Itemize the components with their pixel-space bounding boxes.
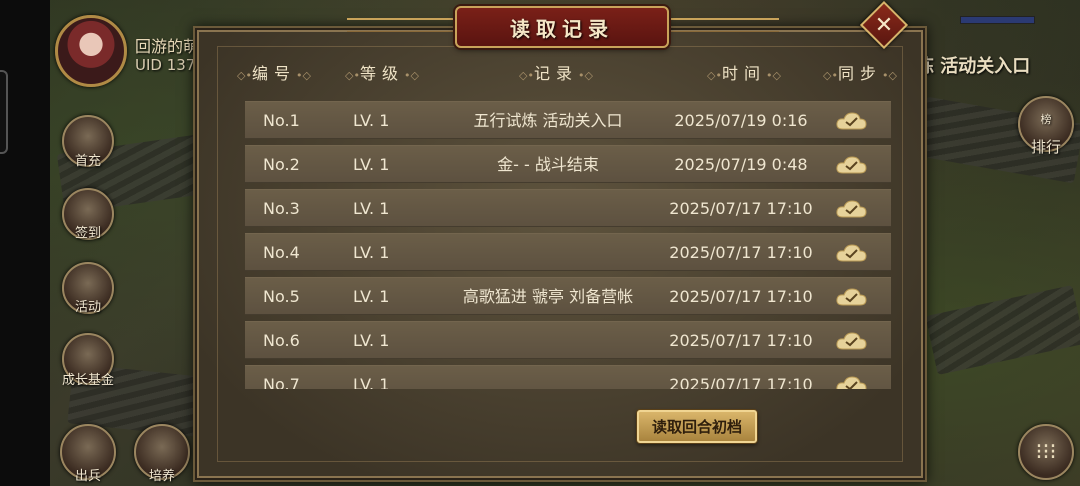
record-time: 2025/07/17 17:10 <box>669 243 813 262</box>
background-stage-text: 炼 活动关入口 <box>916 56 1031 77</box>
cloud-check-icon[interactable] <box>835 287 871 307</box>
record-description <box>435 190 661 228</box>
record-level: LV. 1 <box>353 331 390 350</box>
device-notch <box>0 70 8 154</box>
load-round-start-button[interactable]: 读取回合初档 <box>637 410 757 443</box>
record-time: 2025/07/17 17:10 <box>669 287 813 306</box>
record-description: 金- - 战斗结束 <box>497 155 599 174</box>
cloud-check-icon[interactable] <box>835 243 871 263</box>
close-icon: ✕ <box>874 12 894 38</box>
header-sync: ◇•同步•◇ <box>823 64 897 83</box>
side-button-label: 活动 <box>74 300 101 315</box>
record-row[interactable]: No.7 LV. 1 2025/07/17 17:10 <box>245 365 891 389</box>
record-row[interactable]: No.3 LV. 1 2025/07/17 17:10 <box>245 189 891 227</box>
record-level: LV. 1 <box>353 287 390 306</box>
record-list[interactable]: No.1 LV. 1 五行试炼 活动关入口 2025/07/19 0:16 No… <box>245 101 891 389</box>
header-number: ◇•编号•◇ <box>237 64 311 83</box>
record-level: LV. 1 <box>353 155 390 174</box>
cloud-check-icon[interactable] <box>835 155 871 175</box>
record-level: LV. 1 <box>353 199 390 218</box>
record-time: 2025/07/19 0:48 <box>674 155 808 174</box>
record-number: No.5 <box>263 287 300 306</box>
record-row[interactable]: No.4 LV. 1 2025/07/17 17:10 <box>245 233 891 271</box>
record-number: No.6 <box>263 331 300 350</box>
ranking-label: 排行 <box>1030 138 1061 156</box>
side-button-label: 签到 <box>74 226 101 241</box>
table-header: ◇•编号•◇ ◇•等级•◇ ◇•记录•◇ ◇•时间•◇ ◇•同步•◇ <box>199 60 925 84</box>
record-row[interactable]: No.5 LV. 1 高歌猛进 虢亭 刘备营帐 2025/07/17 17:10 <box>245 277 891 315</box>
record-time: 2025/07/17 17:10 <box>669 331 813 350</box>
record-description <box>435 322 661 360</box>
record-number: No.7 <box>263 375 300 389</box>
cloud-check-icon[interactable] <box>835 331 871 351</box>
ranking-badge: 榜 <box>1040 113 1052 126</box>
record-level: LV. 1 <box>353 243 390 262</box>
record-row[interactable]: No.2 LV. 1 金- - 战斗结束 2025/07/19 0:48 <box>245 145 891 183</box>
cloud-check-icon[interactable] <box>835 111 871 131</box>
record-level: LV. 1 <box>353 375 390 389</box>
record-description <box>435 234 661 272</box>
header-record: ◇•记录•◇ <box>519 64 593 83</box>
dialog-title-banner: 读取记录 <box>455 6 669 48</box>
record-number: No.4 <box>263 243 300 262</box>
menu-icon[interactable]: ⁝⁝⁝ <box>1018 424 1074 480</box>
record-level: LV. 1 <box>353 111 390 130</box>
record-time: 2025/07/17 17:10 <box>669 199 813 218</box>
player-avatar[interactable] <box>55 15 127 87</box>
cloud-check-icon[interactable] <box>835 375 871 389</box>
record-description: 五行试炼 活动关入口 <box>473 111 623 130</box>
title-ornament <box>347 18 457 32</box>
player-name: 回游的萌 <box>135 37 200 56</box>
bottom-button-label: 培养 <box>148 469 175 484</box>
record-description: 高歌猛进 虢亭 刘备营帐 <box>462 287 634 306</box>
title-ornament <box>669 18 779 32</box>
record-description <box>435 366 661 389</box>
dialog-title: 读取记录 <box>510 16 614 41</box>
record-row[interactable]: No.1 LV. 1 五行试炼 活动关入口 2025/07/19 0:16 <box>245 101 891 139</box>
resource-bar <box>960 16 1035 24</box>
record-time: 2025/07/17 17:10 <box>669 375 813 389</box>
header-time: ◇•时间•◇ <box>707 64 781 83</box>
record-number: No.3 <box>263 199 300 218</box>
record-time: 2025/07/19 0:16 <box>674 111 808 130</box>
side-button-label: 首充 <box>74 154 101 169</box>
load-record-dialog: 读取记录 ✕ ◇•编号•◇ ◇•等级•◇ ◇•记录•◇ ◇•时间•◇ ◇•同步•… <box>197 0 925 478</box>
header-level: ◇•等级•◇ <box>345 64 419 83</box>
bottom-button-label: 出兵 <box>74 469 101 484</box>
record-number: No.1 <box>263 111 300 130</box>
side-button-label: 成长基金 <box>61 373 114 388</box>
cloud-check-icon[interactable] <box>835 199 871 219</box>
record-number: No.2 <box>263 155 300 174</box>
record-row[interactable]: No.6 LV. 1 2025/07/17 17:10 <box>245 321 891 359</box>
